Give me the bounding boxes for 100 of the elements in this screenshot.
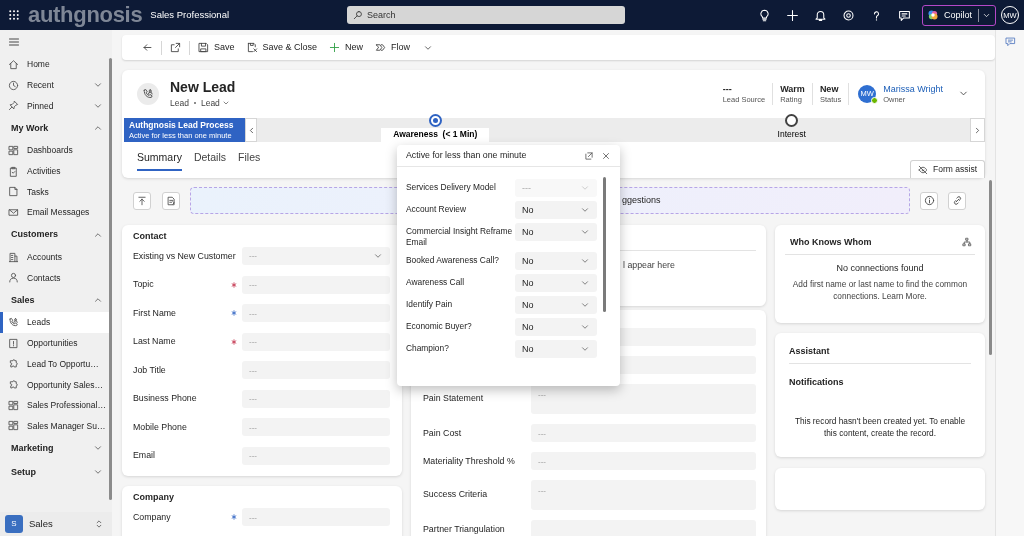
nav-group-header[interactable]: Sales	[0, 288, 109, 313]
text-area[interactable]: ---	[531, 384, 756, 414]
dropdown-field[interactable]: No	[515, 223, 597, 241]
form-selector[interactable]: Lead	[200, 98, 230, 109]
nav-item[interactable]: Home	[0, 54, 109, 75]
nav-group-header[interactable]: Marketing	[0, 436, 109, 461]
owner-link[interactable]: Marissa Wright	[883, 82, 943, 95]
field-label: Pain Cost	[423, 427, 462, 439]
input-field[interactable]: ---	[242, 418, 390, 437]
form-assist-button[interactable]: Form assist	[910, 160, 985, 178]
nav-item[interactable]: Dashboards	[0, 140, 109, 161]
input-field[interactable]: ---	[242, 275, 390, 294]
flyout-title: Active for less than one minute	[406, 150, 527, 161]
app-launcher-icon[interactable]	[8, 9, 20, 21]
input-field[interactable]: ---	[242, 361, 390, 380]
stage-label[interactable]: Awareness (< 1 Min)	[381, 127, 490, 142]
app-name[interactable]: Sales Professional	[150, 9, 230, 21]
field-label: Materiality Threshold %	[423, 455, 515, 467]
suggestions-link[interactable]: ggestions	[622, 195, 661, 206]
plus-icon	[329, 42, 341, 53]
nav-item[interactable]: Pinned	[0, 95, 109, 117]
notification-icon[interactable]	[814, 8, 828, 22]
field-label: Topic	[133, 279, 154, 290]
dropdown-field[interactable]: No	[515, 274, 597, 292]
expand-icon[interactable]	[584, 150, 594, 161]
header-value: Warm	[780, 82, 805, 95]
phone-icon	[8, 317, 19, 329]
dropdown-field[interactable]: No	[515, 318, 597, 336]
tab[interactable]: Summary	[137, 142, 182, 171]
nav-item[interactable]: Leads	[0, 312, 109, 333]
tab[interactable]: Files	[238, 142, 261, 171]
scrollbar[interactable]	[603, 177, 606, 312]
nav-item[interactable]: Opportunities	[0, 332, 109, 354]
menu-icon[interactable]	[8, 36, 20, 48]
search-field[interactable]: Search	[347, 6, 625, 24]
input-field[interactable]: ---	[531, 452, 756, 470]
placeholder-text: l appear here	[623, 260, 676, 271]
nav-item[interactable]: Email Messages	[0, 202, 109, 223]
input-field[interactable]: ---	[242, 446, 390, 465]
nav-group-header[interactable]: My Work	[0, 116, 109, 141]
up-down-icon	[94, 519, 104, 529]
copilot-button[interactable]: Copilot	[922, 4, 996, 26]
nav-item[interactable]: Lead To Opportu…	[0, 353, 109, 375]
stage-label[interactable]: Interest	[765, 127, 818, 142]
link-button[interactable]	[948, 191, 966, 210]
settings-icon[interactable]	[842, 8, 856, 22]
empty-title: No connections found	[835, 262, 925, 274]
tab[interactable]: Details	[193, 142, 227, 171]
puzzle-icon	[8, 379, 19, 391]
field-label: Existing vs New Customer	[133, 250, 236, 262]
org-chart-icon[interactable]	[962, 237, 972, 248]
close-icon[interactable]	[601, 150, 611, 161]
plus-icon[interactable]	[786, 8, 800, 22]
back-arrow-icon	[142, 42, 153, 53]
nav-item[interactable]: Tasks	[0, 181, 109, 203]
input-field[interactable]: ---	[242, 304, 390, 323]
scroll-top-button[interactable]	[133, 191, 151, 210]
info-icon	[923, 195, 935, 206]
dropdown-field[interactable]: No	[515, 296, 597, 314]
dropdown-field[interactable]: No	[515, 252, 597, 270]
nav-item[interactable]: Accounts	[0, 246, 109, 268]
scrollbar[interactable]	[989, 180, 992, 355]
notification-message: This record hasn't been created yet. To enable this content, create the record.	[793, 414, 967, 439]
document-icon	[166, 195, 176, 206]
area-switcher[interactable]: S Sales	[0, 512, 112, 536]
lightbulb-icon[interactable]	[758, 8, 772, 22]
info-button[interactable]	[920, 191, 938, 210]
dropdown-field[interactable]: No	[515, 340, 597, 358]
document-icon	[8, 186, 19, 198]
new-button[interactable]: New	[323, 36, 370, 59]
nav-item[interactable]: Activities	[0, 160, 109, 182]
nav-item[interactable]: Opportunity Sales…	[0, 374, 109, 395]
field-label: Company	[133, 511, 171, 523]
input-field[interactable]: ---	[242, 389, 390, 408]
text-area[interactable]: ---	[531, 480, 756, 510]
nav-item[interactable]: Recent	[0, 74, 109, 96]
nav-group-header[interactable]: Customers	[0, 222, 109, 247]
nav-item[interactable]: Sales Professional…	[0, 394, 109, 416]
field-label: Partner Triangulation	[423, 523, 505, 535]
save-button[interactable]: Save	[192, 36, 241, 59]
dropdown-field[interactable]: No	[515, 201, 597, 219]
stage-marker[interactable]	[428, 114, 442, 127]
nav-item[interactable]: Sales Manager Su…	[0, 415, 109, 437]
nav-item[interactable]: Contacts	[0, 267, 109, 289]
chevron-icon	[580, 205, 590, 215]
input-field[interactable]: ---	[531, 424, 756, 442]
save-and-close-button[interactable]: Save & Close	[240, 36, 324, 59]
input-field[interactable]: ---	[242, 508, 390, 527]
input-field[interactable]: ---	[242, 332, 390, 351]
nav-group-header[interactable]: Setup	[0, 460, 109, 485]
chevron-icon	[580, 344, 590, 354]
chat-icon[interactable]	[898, 8, 912, 22]
stage-marker[interactable]	[785, 114, 799, 127]
learn-more-link[interactable]: Learn More.	[882, 290, 927, 301]
scrollbar[interactable]	[109, 58, 112, 500]
field-label: Champion?	[406, 342, 450, 354]
chevron-icon	[580, 183, 590, 193]
notes-button[interactable]	[162, 191, 180, 210]
field-label: Business Phone	[133, 393, 197, 404]
flow-button[interactable]: Flow	[369, 36, 440, 59]
